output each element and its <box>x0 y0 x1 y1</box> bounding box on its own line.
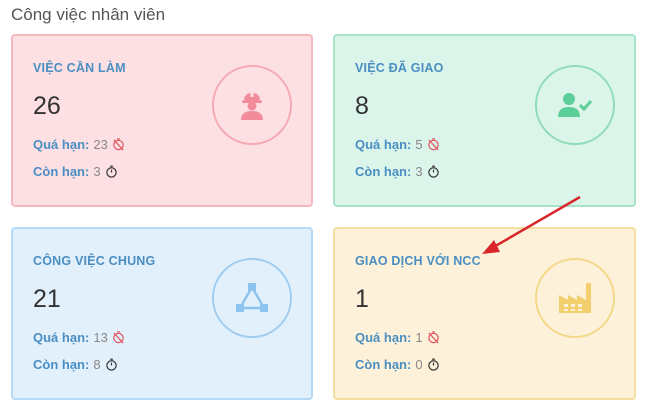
overdue-label: Quá hạn: <box>355 330 412 345</box>
overdue-line: Quá hạn: 5 <box>355 137 440 152</box>
card-count: 26 <box>33 92 61 120</box>
overdue-value: 1 <box>415 330 423 345</box>
overdue-line: Quá hạn: 1 <box>355 330 440 345</box>
overdue-label: Quá hạn: <box>33 330 90 345</box>
card-title: VIỆC CẦN LÀM <box>33 61 126 75</box>
timer-icon <box>427 358 439 371</box>
overdue-label: Quá hạn: <box>33 137 90 152</box>
remaining-value: 3 <box>93 164 101 179</box>
user-check-icon <box>535 65 615 145</box>
card-todo[interactable]: VIỆC CẦN LÀM 26 Quá hạn: 23 Còn hạn: 3 <box>11 34 313 207</box>
remaining-label: Còn hạn: <box>33 357 90 372</box>
overdue-value: 5 <box>415 137 423 152</box>
worker-icon <box>212 65 292 145</box>
card-title: GIAO DỊCH VỚI NCC <box>355 254 481 268</box>
factory-icon <box>535 258 615 338</box>
remaining-value: 0 <box>415 357 423 372</box>
timer-icon <box>427 165 439 178</box>
remaining-line: Còn hạn: 3 <box>355 164 440 179</box>
section-title: Công việc nhân viên <box>11 5 166 24</box>
timer-icon <box>105 358 117 371</box>
remaining-line: Còn hạn: 8 <box>33 357 118 372</box>
remaining-label: Còn hạn: <box>355 164 412 179</box>
card-shared[interactable]: CÔNG VIỆC CHUNG 21 Quá hạn: 13 Còn hạn: … <box>11 227 313 400</box>
remaining-line: Còn hạn: 3 <box>33 164 118 179</box>
remaining-label: Còn hạn: <box>355 357 412 372</box>
overdue-icon <box>427 331 439 344</box>
overdue-line: Quá hạn: 13 <box>33 330 125 345</box>
overdue-icon <box>113 331 124 344</box>
card-count: 8 <box>355 92 369 120</box>
remaining-value: 3 <box>415 164 423 179</box>
network-icon <box>212 258 292 338</box>
remaining-label: Còn hạn: <box>33 164 90 179</box>
timer-icon <box>105 165 117 178</box>
remaining-value: 8 <box>93 357 101 372</box>
card-assigned[interactable]: VIỆC ĐÃ GIAO 8 Quá hạn: 5 Còn hạn: 3 <box>333 34 636 207</box>
card-title: CÔNG VIỆC CHUNG <box>33 254 156 268</box>
overdue-value: 13 <box>93 330 108 345</box>
card-title: VIỆC ĐÃ GIAO <box>355 61 444 75</box>
overdue-value: 23 <box>93 137 108 152</box>
overdue-line: Quá hạn: 23 <box>33 137 125 152</box>
overdue-icon <box>427 138 439 151</box>
card-count: 21 <box>33 285 61 313</box>
remaining-line: Còn hạn: 0 <box>355 357 440 372</box>
overdue-icon <box>113 138 124 151</box>
overdue-label: Quá hạn: <box>355 137 412 152</box>
annotation-arrow <box>482 195 581 254</box>
card-count: 1 <box>355 285 369 313</box>
